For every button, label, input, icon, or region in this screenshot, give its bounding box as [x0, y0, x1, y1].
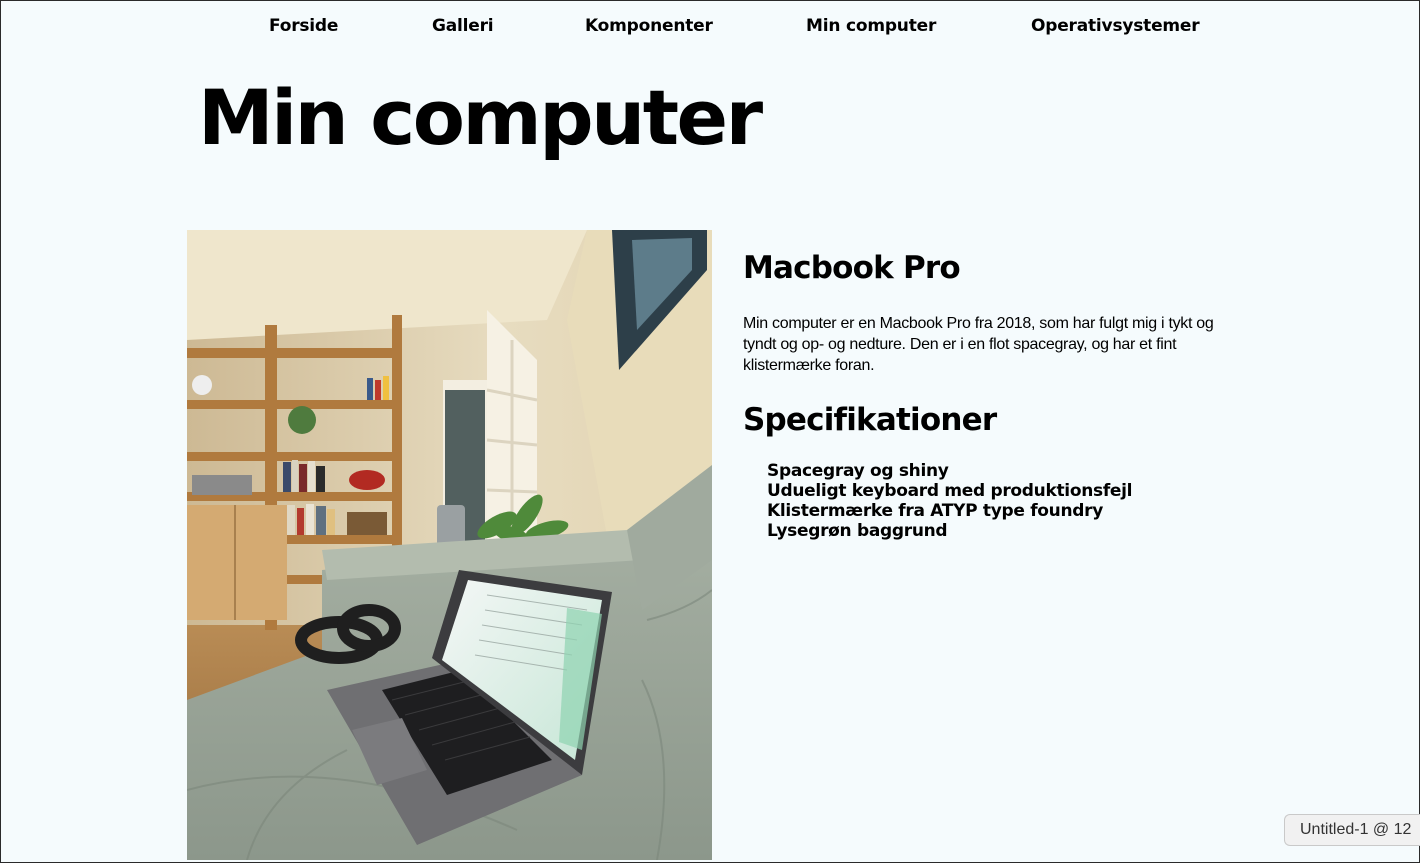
computer-info: Macbook Pro Min computer er en Macbook P… [743, 250, 1233, 541]
spec-item: Udueligt keyboard med produktionsfejl [767, 481, 1133, 502]
nav-link-komponenter[interactable]: Komponenter [585, 16, 713, 36]
main-nav: Forside Galleri Komponenter Min computer… [0, 16, 1420, 42]
specs-list: Spacegray og shiny Udueligt keyboard med… [743, 461, 1233, 541]
document-tab[interactable]: Untitled-1 @ 12 [1284, 814, 1420, 846]
spec-item: Lysegrøn baggrund [767, 521, 948, 542]
nav-link-min-computer[interactable]: Min computer [806, 16, 936, 36]
spec-item: Spacegray og shiny [767, 461, 949, 482]
nav-link-forside[interactable]: Forside [269, 16, 338, 36]
nav-link-galleri[interactable]: Galleri [432, 16, 494, 36]
laptop-photo [187, 230, 712, 860]
specs-heading: Specifikationer [743, 402, 997, 439]
nav-link-operativsystemer[interactable]: Operativsystemer [1031, 16, 1200, 36]
product-heading: Macbook Pro [743, 250, 961, 286]
page-title: Min computer [198, 73, 763, 162]
product-description: Min computer er en Macbook Pro fra 2018,… [743, 315, 1214, 375]
spec-item: Klistermærke fra ATYP type foundry [767, 501, 1104, 522]
